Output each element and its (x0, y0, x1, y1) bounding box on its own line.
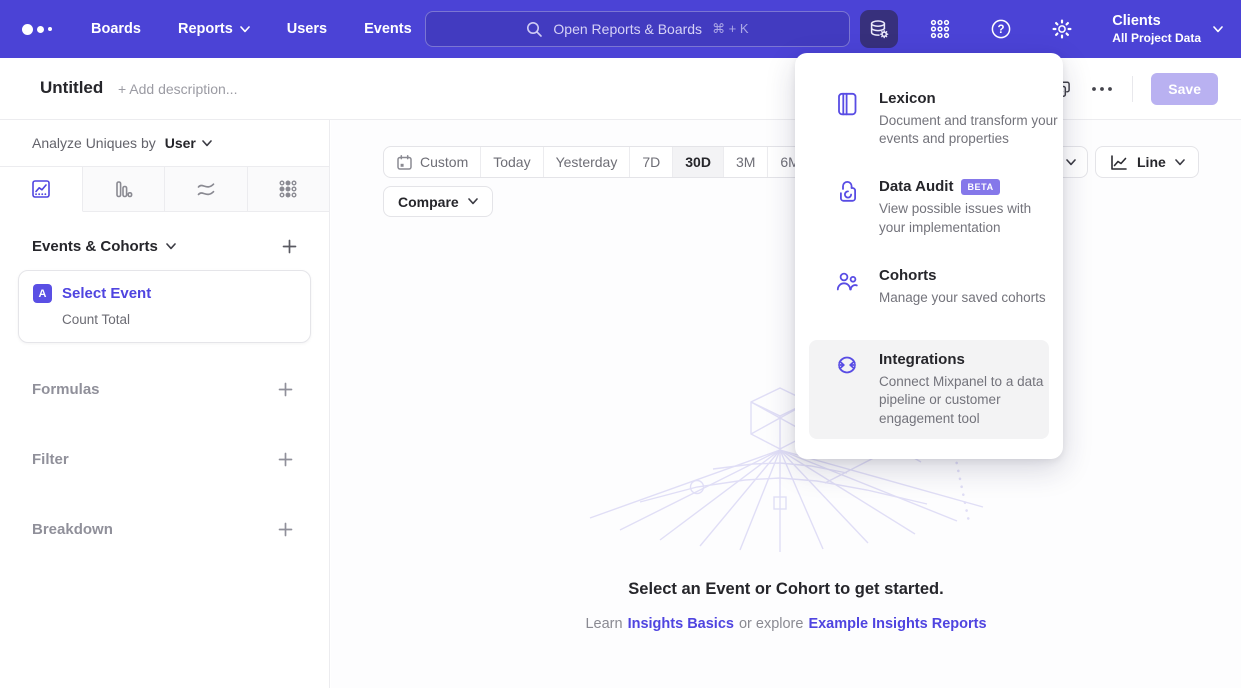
empty-state-title: Select an Event or Cohort to get started… (331, 580, 1241, 599)
data-management-dropdown: Lexicon Document and transform your even… (795, 53, 1063, 459)
chevron-down-icon (1213, 26, 1223, 33)
integrations-sync-icon (834, 352, 860, 378)
example-insights-reports-link[interactable]: Example Insights Reports (808, 616, 986, 632)
tab-bar-chart[interactable] (83, 167, 166, 212)
learn-prefix: Learn (585, 616, 622, 632)
calendar-icon (396, 154, 413, 171)
cohorts-users-icon (834, 268, 860, 294)
settings-button[interactable] (1043, 10, 1081, 48)
tab-metrics[interactable] (248, 167, 330, 212)
chart-type-tabs (0, 166, 329, 212)
plus-icon (282, 239, 297, 254)
search-shortcut: ⌘ + K (712, 21, 749, 37)
chevron-down-icon (1066, 159, 1076, 166)
search-icon (526, 21, 543, 38)
project-name: All Project Data (1112, 31, 1201, 46)
tab-line-chart[interactable] (0, 167, 83, 212)
report-title[interactable]: Untitled (40, 78, 103, 98)
chart-style-dropdown[interactable]: Line (1095, 146, 1199, 178)
plus-icon (278, 382, 293, 397)
search-input[interactable]: Open Reports & Boards ⌘ + K (425, 11, 850, 47)
data-audit-icon (834, 179, 860, 205)
nav-item-boards[interactable]: Boards (91, 21, 141, 37)
range-7d[interactable]: 7D (630, 147, 673, 177)
plus-icon (278, 452, 293, 467)
select-event-label[interactable]: Select Event (62, 285, 151, 302)
range-today[interactable]: Today (481, 147, 543, 177)
help-icon: ? (990, 18, 1012, 40)
line-chart-tab-icon (30, 178, 52, 200)
menu-item-integrations[interactable]: Integrations Connect Mixpanel to a data … (809, 340, 1049, 439)
tab-flow[interactable] (165, 167, 248, 212)
book-icon (834, 91, 860, 117)
chevron-down-icon (1175, 159, 1185, 166)
apps-grid-button[interactable] (921, 10, 959, 48)
count-total-label[interactable]: Count Total (62, 312, 296, 327)
insights-basics-link[interactable]: Insights Basics (628, 616, 734, 632)
chevron-down-icon (468, 198, 478, 205)
event-card[interactable]: A Select Event Count Total (18, 270, 311, 343)
nav-item-events[interactable]: Events (364, 21, 412, 37)
add-filter-button[interactable] (278, 452, 293, 467)
svg-text:?: ? (998, 24, 1005, 36)
metrics-tab-icon (277, 178, 299, 200)
nav-item-reports[interactable]: Reports (178, 21, 250, 37)
explore-text: or explore (739, 616, 803, 632)
help-button[interactable]: ? (982, 10, 1020, 48)
top-navbar: Boards Reports Users Events Open Reports… (0, 0, 1241, 58)
add-formula-button[interactable] (278, 382, 293, 397)
date-range-control: Custom Today Yesterday 7D 30D 3M 6M (383, 146, 813, 178)
filter-section: Filter (32, 449, 293, 469)
report-description-placeholder[interactable]: + Add description... (118, 81, 237, 97)
save-button[interactable]: Save (1151, 73, 1218, 105)
chevron-down-icon (202, 140, 212, 147)
empty-state: Select an Event or Cohort to get started… (331, 580, 1241, 632)
divider (1132, 76, 1133, 102)
project-selector[interactable]: Clients All Project Data (1112, 12, 1223, 45)
nav-item-users[interactable]: Users (287, 21, 327, 37)
search-placeholder: Open Reports & Boards (553, 21, 702, 37)
range-yesterday[interactable]: Yesterday (544, 147, 631, 177)
bar-chart-tab-icon (112, 178, 134, 200)
range-30d[interactable]: 30D (673, 147, 724, 177)
range-custom[interactable]: Custom (384, 147, 481, 177)
mixpanel-logo[interactable] (22, 24, 58, 35)
menu-item-cohorts[interactable]: Cohorts Manage your saved cohorts (809, 256, 1049, 318)
menu-item-lexicon[interactable]: Lexicon Document and transform your even… (809, 79, 1049, 159)
apps-grid-icon (929, 18, 951, 40)
chart-canvas: Custom Today Yesterday 7D 30D 3M 6M Comp… (331, 120, 1241, 688)
range-3m[interactable]: 3M (724, 147, 768, 177)
add-event-button[interactable] (282, 239, 297, 254)
query-builder-sidebar: Analyze Uniques by User (0, 120, 330, 688)
analyze-prefix-label: Analyze Uniques by (32, 135, 156, 151)
add-breakdown-button[interactable] (278, 522, 293, 537)
data-management-button[interactable] (860, 10, 898, 48)
chevron-down-icon (166, 243, 176, 250)
flow-tab-icon (195, 178, 217, 200)
beta-badge: BETA (961, 179, 999, 195)
analyze-by-dropdown[interactable]: User (165, 135, 212, 151)
menu-item-data-audit[interactable]: Data Audit BETA View possible issues wit… (809, 167, 1049, 247)
events-cohorts-header[interactable]: Events & Cohorts (32, 238, 176, 255)
plus-icon (278, 522, 293, 537)
compare-dropdown[interactable]: Compare (383, 186, 493, 217)
breakdown-section: Breakdown (32, 519, 293, 539)
org-name: Clients (1112, 12, 1201, 30)
gear-icon (1051, 18, 1073, 40)
line-chart-icon (1109, 153, 1128, 172)
more-options-icon[interactable] (1090, 86, 1114, 92)
chevron-down-icon (240, 26, 250, 33)
formulas-section: Formulas (32, 379, 293, 399)
database-gear-icon (868, 18, 890, 40)
event-series-badge: A (33, 284, 52, 303)
